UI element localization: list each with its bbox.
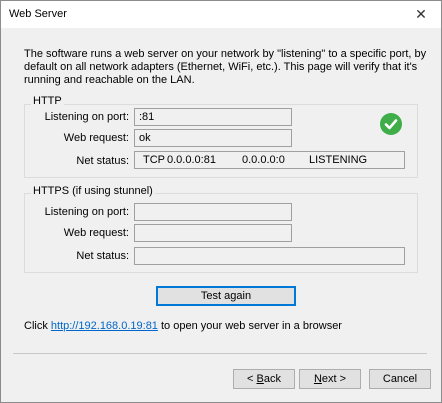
back-prefix: < [247, 373, 257, 385]
next-accel: N [313, 373, 322, 385]
link-prefix: Click [24, 320, 51, 332]
status-remote: 0.0.0.0:0 [242, 154, 285, 166]
https-listening-field[interactable] [134, 203, 292, 221]
web-server-dialog: Web Server ✕ The software runs a web ser… [0, 0, 442, 403]
link-suffix: to open your web server in a browser [157, 320, 342, 332]
http-group-label: HTTP [31, 95, 64, 107]
https-status-label: Net status: [76, 250, 129, 262]
server-url-link[interactable]: http://192.168.0.19:81 [51, 320, 158, 332]
window-title: Web Server [9, 8, 67, 20]
footer-separator [13, 353, 427, 354]
https-status-field [134, 247, 405, 265]
back-accel: B [256, 373, 264, 385]
https-request-field[interactable] [134, 224, 292, 242]
cancel-button[interactable]: Cancel [369, 369, 431, 389]
status-state: LISTENING [309, 154, 368, 166]
http-request-field[interactable]: ok [134, 129, 292, 147]
http-listening-field[interactable]: :81 [134, 108, 292, 126]
back-rest: ack [263, 373, 281, 385]
status-local: 0.0.0.0:81 [167, 154, 216, 166]
status-proto: TCP [143, 154, 165, 166]
http-status-field: TCP 0.0.0.0:81 0.0.0.0:0 LISTENING [134, 151, 405, 169]
next-button[interactable]: Next > [299, 369, 361, 389]
title-bar: Web Server ✕ [1, 1, 441, 28]
test-again-button[interactable]: Test again [156, 286, 296, 306]
next-rest: ext > [321, 373, 347, 385]
https-request-label: Web request: [63, 227, 129, 239]
link-line: Click http://192.168.0.19:81 to open you… [24, 320, 342, 332]
http-request-label: Web request: [63, 132, 129, 144]
check-circle-icon [380, 113, 402, 135]
back-button[interactable]: < Back [233, 369, 295, 389]
https-group-label: HTTPS (if using stunnel) [31, 185, 155, 197]
intro-text: The software runs a web server on your n… [24, 48, 427, 86]
close-icon[interactable]: ✕ [401, 1, 441, 28]
http-status-label: Net status: [76, 155, 129, 167]
http-listening-label: Listening on port: [44, 111, 129, 123]
https-listening-label: Listening on port: [44, 206, 129, 218]
